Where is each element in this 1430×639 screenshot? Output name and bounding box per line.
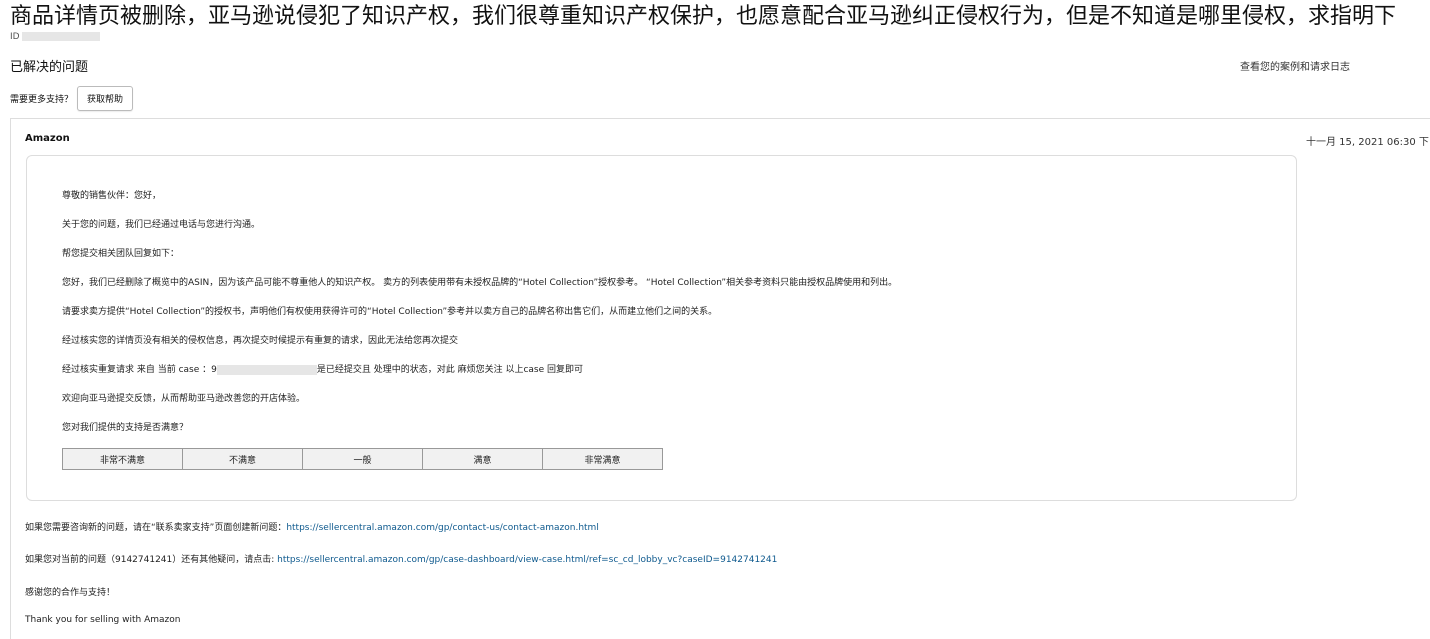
- support-row: 需要更多支持？ 获取帮助: [10, 86, 134, 111]
- rating-satisfied[interactable]: 满意: [422, 448, 543, 470]
- contact-amazon-link[interactable]: https://sellercentral.amazon.com/gp/cont…: [286, 523, 599, 533]
- rating-very-satisfied[interactable]: 非常满意: [542, 448, 663, 470]
- rating-dissatisfied[interactable]: 不满意: [182, 448, 303, 470]
- case-id: ID: [10, 32, 100, 42]
- reply-paragraph: 经过核实您的详情页没有相关的侵权信息，再次提交时候提示有重复的请求，因此无法给您…: [62, 336, 459, 346]
- case-log-link[interactable]: 查看您的案例和请求日志: [1240, 58, 1350, 73]
- reply-paragraph: 请要求卖方提供“Hotel Collection”的授权书，声明他们有权使用获得…: [62, 307, 718, 317]
- view-case-link[interactable]: https://sellercentral.amazon.com/gp/case…: [277, 555, 777, 565]
- message-sender: Amazon: [25, 133, 70, 144]
- satisfaction-table: 非常不满意 不满意 一般 满意 非常满意: [62, 448, 663, 470]
- new-issue-text: 如果您需要咨询新的问题，请在“联系卖家支持”页面创建新问题：: [25, 523, 287, 533]
- case-id-label: ID: [10, 32, 20, 42]
- satisfaction-question: 您对我们提供的支持是否满意？: [62, 423, 189, 433]
- rating-very-dissatisfied[interactable]: 非常不满意: [62, 448, 183, 470]
- redacted-case-id: [21, 32, 100, 41]
- signoff-text: Thank you for selling with Amazon: [25, 615, 181, 625]
- reply-paragraph: 您好，我们已经删除了概览中的ASIN，因为该产品可能不尊重他人的知识产权。 卖方…: [62, 278, 898, 288]
- reply-paragraph: 帮您提交相关团队回复如下：: [62, 249, 180, 259]
- feedback-paragraph: 欢迎向亚马逊提交反馈，从而帮助亚马逊改善您的开店体验。: [62, 394, 306, 404]
- reply-body: 尊敬的销售伙伴：您好， 关于您的问题，我们已经通过电话与您进行沟通。 帮您提交相…: [26, 155, 1297, 501]
- reply-paragraph: 关于您的问题，我们已经通过电话与您进行沟通。: [62, 220, 261, 230]
- case-title: 商品详情页被删除，亚马逊说侵犯了知识产权，我们很尊重知识产权保护，也愿意配合亚马…: [10, 4, 1397, 29]
- get-help-button[interactable]: 获取帮助: [77, 86, 134, 111]
- rating-neutral[interactable]: 一般: [302, 448, 423, 470]
- redacted-case-number: [216, 364, 317, 375]
- duplicate-case-paragraph: 经过核实重复请求 来自 当前 case ：9 是已经提交且 处理中的状态，对此 麻…: [62, 362, 583, 375]
- message-timestamp: 十一月 15, 2021 06:30 下: [1306, 137, 1429, 148]
- current-issue-line: 如果您对当前的问题（9142741241）还有其他疑问，请点击: https:/…: [25, 552, 777, 565]
- duplicate-prefix: 经过核实重复请求 来自 当前 case ：9: [62, 365, 217, 375]
- message-card: Amazon 十一月 15, 2021 06:30 下 尊敬的销售伙伴：您好， …: [10, 118, 1430, 639]
- thanks-text: 感谢您的合作与支持！: [25, 588, 116, 598]
- duplicate-suffix: 是已经提交且 处理中的状态，对此 麻烦您关注 以上case 回复即可: [316, 365, 584, 375]
- new-issue-line: 如果您需要咨询新的问题，请在“联系卖家支持”页面创建新问题：https://se…: [25, 520, 599, 533]
- current-issue-text: 如果您对当前的问题（9142741241）还有其他疑问，请点击:: [25, 555, 278, 565]
- case-status: 已解决的问题: [10, 60, 89, 75]
- greeting: 尊敬的销售伙伴：您好，: [62, 191, 162, 201]
- support-question: 需要更多支持？: [10, 95, 74, 105]
